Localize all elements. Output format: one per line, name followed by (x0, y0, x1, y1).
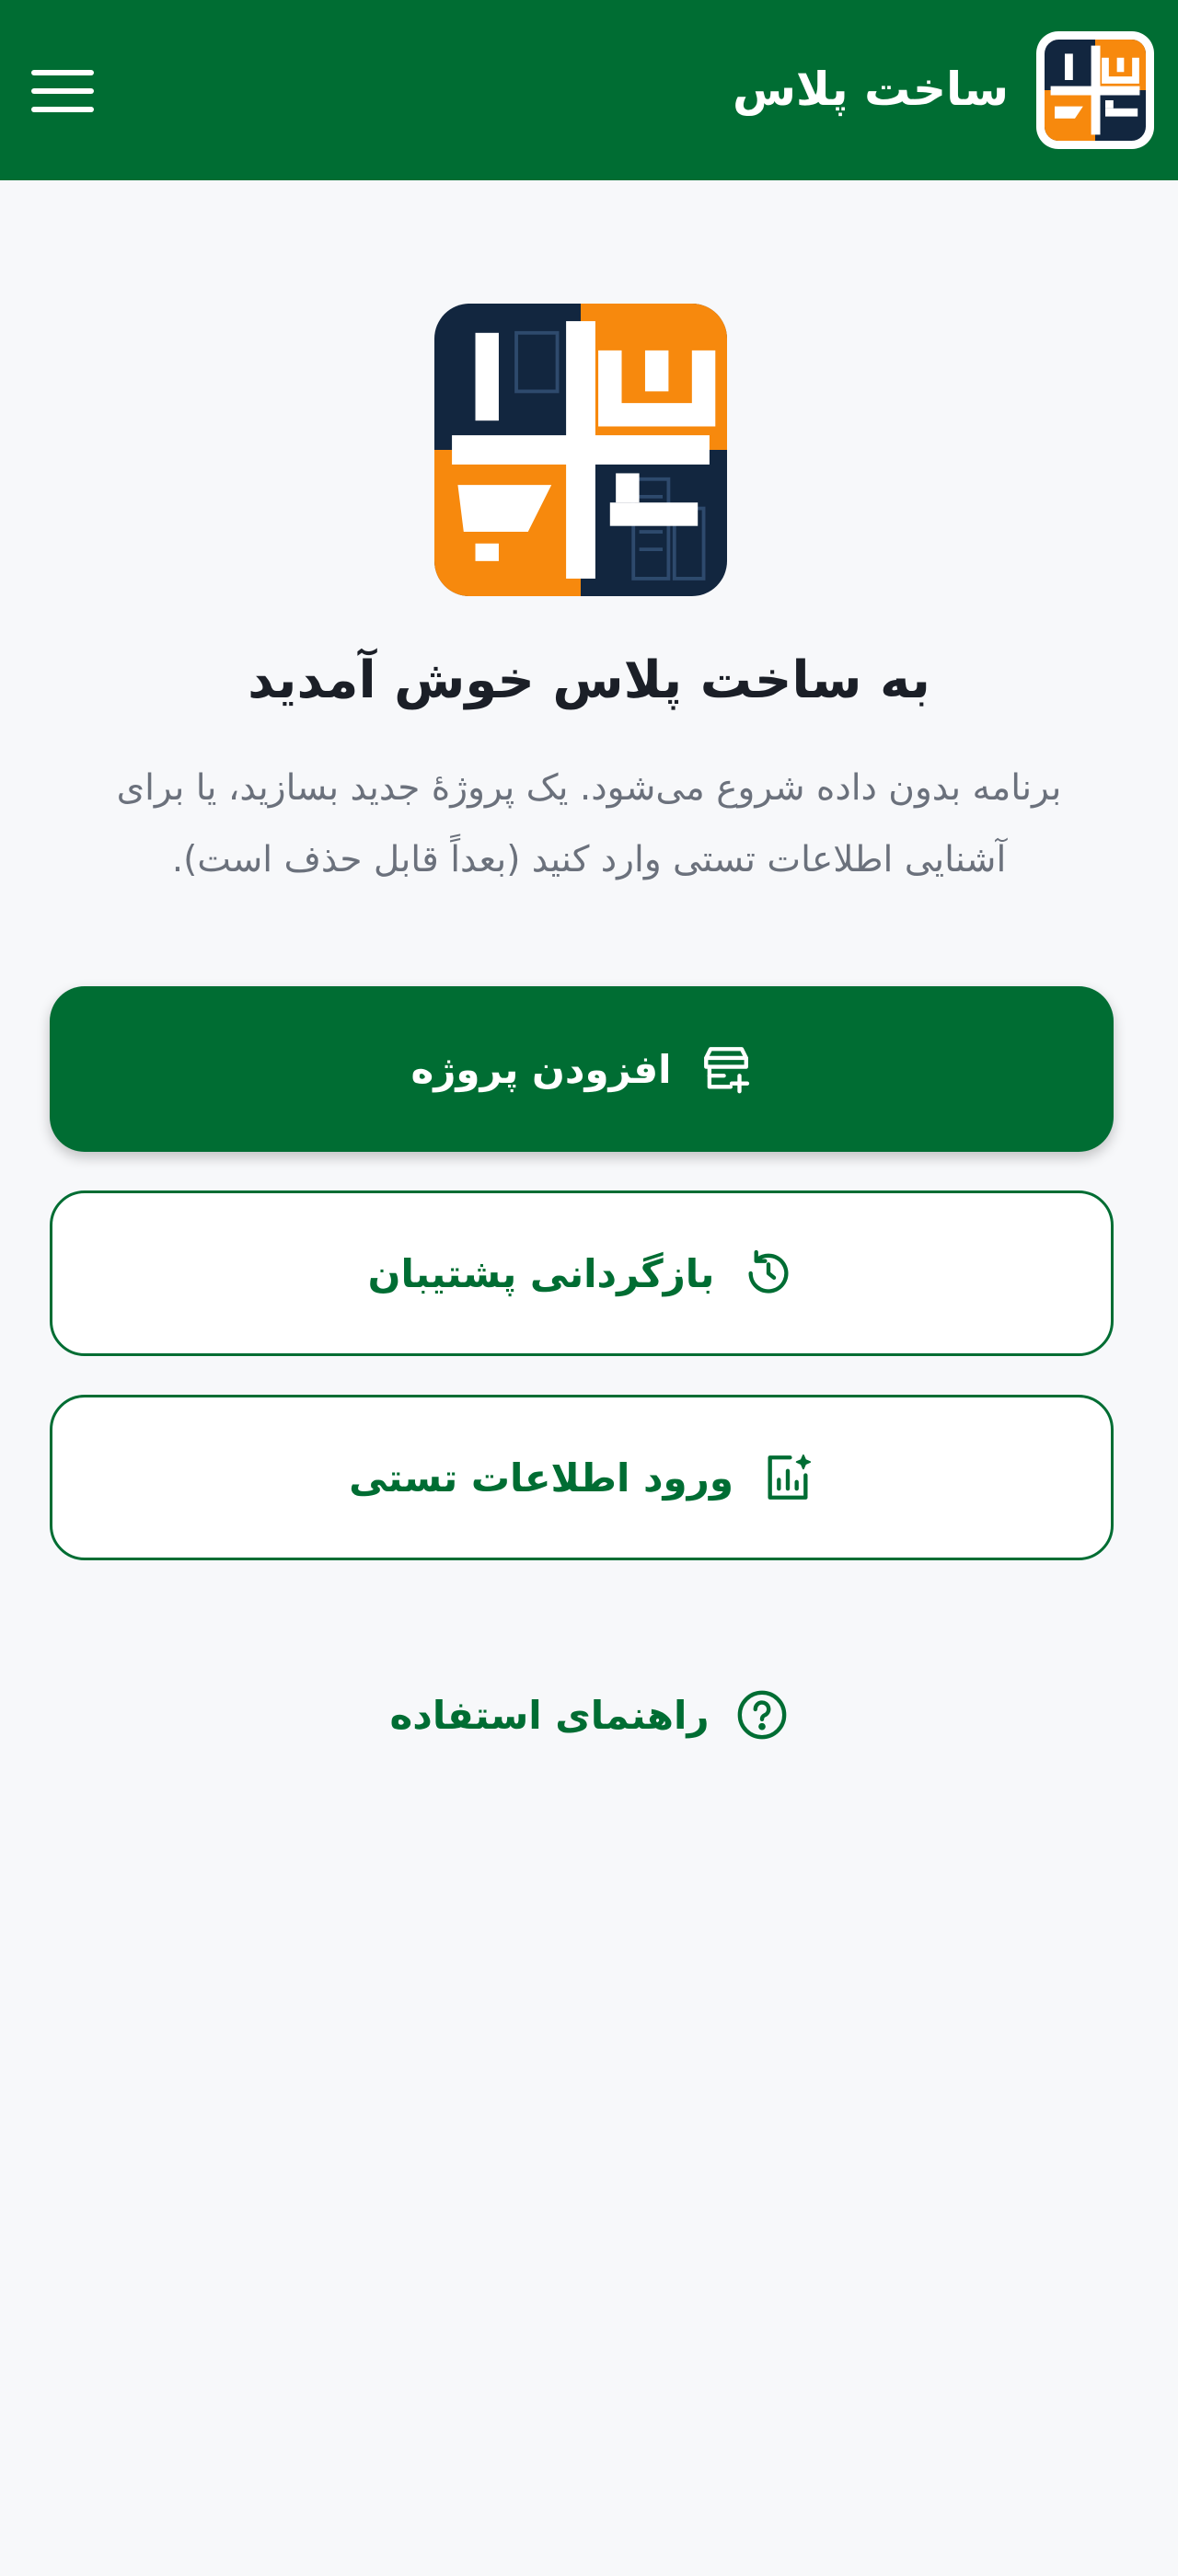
sakht-plus-logo-icon (1045, 40, 1146, 141)
restore-backup-button[interactable]: بازگردانی پشتیبان (50, 1190, 1114, 1356)
app-logo (1036, 31, 1154, 149)
add-project-label: افزودن پروژه (410, 1046, 672, 1092)
sample-data-icon (768, 1454, 812, 1500)
app-root: ساخت پلاس به ساخت پلاس خوش آمدید برنامه … (0, 0, 1178, 2576)
restore-backup-label: بازگردانی پشتیبان (367, 1250, 715, 1296)
restore-icon (748, 1249, 789, 1294)
app-title: ساخت پلاس (732, 63, 1009, 116)
hamburger-menu-icon (31, 70, 94, 112)
welcome-logo (434, 304, 727, 596)
help-label: راهنمای استفاده (389, 1692, 710, 1738)
menu-button[interactable] (26, 61, 99, 121)
top-app-bar: ساخت پلاس (0, 0, 1178, 180)
load-sample-data-label: ورود اطلاعات تستی (349, 1455, 733, 1501)
help-icon (737, 1690, 786, 1740)
welcome-title: به ساخت پلاس خوش آمدید (248, 650, 930, 710)
help-link[interactable]: راهنمای استفاده (0, 1678, 1178, 1752)
welcome-description: برنامه بدون داده شروع می‌شود. یک پروژهٔ … (116, 767, 1062, 880)
load-sample-data-button[interactable]: ورود اطلاعات تستی (50, 1395, 1114, 1560)
add-project-button[interactable]: افزودن پروژه (50, 986, 1114, 1152)
sakht-plus-logo-icon (434, 304, 727, 596)
add-project-icon (703, 1047, 749, 1094)
